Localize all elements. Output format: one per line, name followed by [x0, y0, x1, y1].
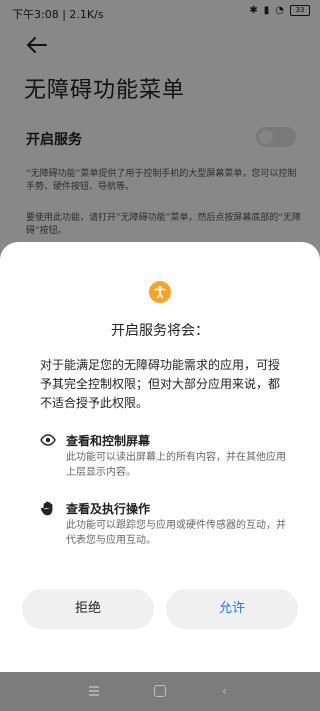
- nav-back-icon[interactable]: ‹: [222, 684, 227, 698]
- navigation-bar: ‹: [0, 672, 320, 711]
- allow-button[interactable]: 允许: [166, 589, 298, 629]
- home-icon[interactable]: [154, 685, 166, 697]
- permission-title-view-control: 查看和控制屏幕: [66, 434, 151, 448]
- hand-icon: [41, 501, 53, 516]
- deny-button[interactable]: 拒绝: [22, 589, 154, 629]
- eye-icon: [40, 434, 56, 446]
- permission-desc-view-control: 此功能可以读出屏幕上的所有内容，并在其他应用上层显示内容。: [66, 452, 286, 478]
- accessibility-icon: [149, 281, 171, 303]
- menu-icon[interactable]: [88, 686, 100, 696]
- dialog-message: 对于能满足您的无障碍功能需求的应用，可授予其完全控制权限；但对大部分应用来说，都…: [40, 358, 281, 410]
- dialog-title: 开启服务将会：: [111, 323, 209, 339]
- permission-desc-execute-actions: 此功能可以跟踪您与应用或硬件传感器的互动，并代表您与应用互动。: [66, 520, 286, 546]
- permission-title-execute-actions: 查看及执行操作: [66, 502, 151, 516]
